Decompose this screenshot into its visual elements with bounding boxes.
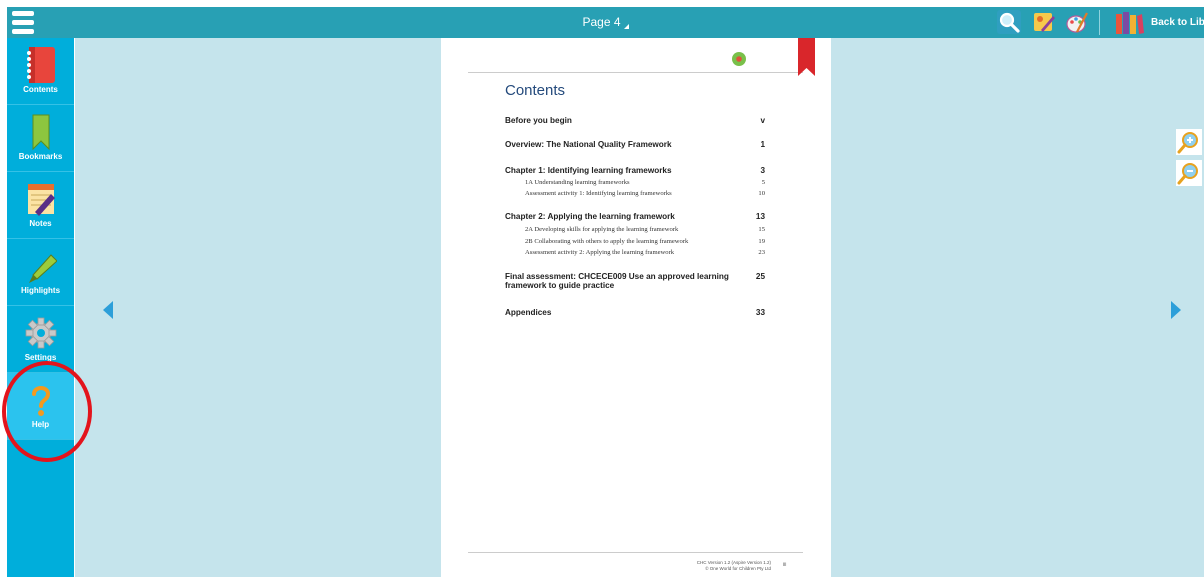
toc-title: Chapter 2: Applying the learning framewo… (505, 212, 675, 221)
toc-page: v (760, 116, 765, 125)
header-rule (468, 72, 803, 73)
sidebar-label-bookmarks: Bookmarks (18, 152, 63, 161)
toc-entry[interactable]: Chapter 1: Identifying learning framewor… (505, 166, 765, 175)
toc-title: 1A Understanding learning frameworks (525, 179, 630, 186)
zoom-in-icon[interactable] (1176, 129, 1202, 155)
toolbar-divider (1099, 10, 1100, 35)
toc-subentry[interactable]: 2B Collaborating with others to apply th… (525, 238, 765, 245)
highlighter-icon (29, 254, 57, 283)
toc-page: 10 (758, 190, 765, 197)
toc-title: Chapter 1: Identifying learning framewor… (505, 166, 672, 175)
sidebar-item-highlights[interactable]: Highlights (7, 239, 74, 306)
zoom-out-icon[interactable] (1176, 160, 1202, 186)
toc-title: Overview: The National Quality Framework (505, 140, 672, 149)
toc-title: 2A Developing skills for applying the le… (525, 226, 679, 233)
toc-title: Assessment activity 1: Identifying learn… (525, 190, 672, 197)
notebook-icon (27, 47, 55, 83)
toc-title-line: Final assessment: CHCECE009 Use an appro… (505, 272, 729, 281)
toc-page: 25 (755, 272, 765, 281)
toc-subentry[interactable]: 1A Understanding learning frameworks 5 (525, 179, 765, 186)
toc-page: 13 (755, 212, 765, 221)
toc-page: 23 (758, 249, 765, 256)
page-title: Contents (505, 82, 566, 99)
footer-rule (468, 552, 803, 553)
toc-page: 15 (758, 226, 765, 233)
sidebar-item-notes[interactable]: Notes (7, 172, 74, 239)
sidebar-item-contents[interactable]: Contents (7, 38, 74, 105)
page-footer: CHC Version 1.2 (Aspire Version 1.2) © O… (671, 560, 771, 572)
toc-page: 5 (761, 179, 765, 186)
toc-subentry[interactable]: Assessment activity 2: Applying the lear… (525, 249, 765, 256)
draw-icon[interactable] (1065, 10, 1089, 34)
gear-icon (25, 317, 57, 349)
sidebar-label-highlights: Highlights (20, 286, 61, 295)
toc-page: 1 (760, 140, 765, 149)
page-viewer: Contents Before you begin v Overview: Th… (75, 38, 1204, 577)
toc-page: 19 (758, 238, 765, 245)
toc-title: 2B Collaborating with others to apply th… (525, 238, 689, 245)
library-icon (1116, 12, 1144, 34)
toc-title: Assessment activity 2: Applying the lear… (525, 249, 675, 256)
sidebar-label-settings: Settings (24, 353, 57, 362)
sidebar-item-bookmarks[interactable]: Bookmarks (7, 105, 74, 172)
toc-title: Before you begin (505, 116, 572, 125)
back-to-library-button[interactable]: Back to Library (1115, 10, 1204, 35)
toc-title: Final assessment: CHCECE009 Use an appro… (505, 272, 729, 290)
back-to-library-label: Back to Library (1151, 17, 1204, 28)
sidebar-item-settings[interactable]: Settings (7, 306, 74, 373)
page-dropdown-icon (623, 24, 629, 29)
sidebar-label-notes: Notes (29, 219, 52, 228)
page-label: Page 4 (582, 15, 621, 29)
sidebar-item-help[interactable]: Help (7, 373, 74, 440)
sidebar-label-help: Help (31, 420, 50, 429)
toc-page: 33 (755, 308, 765, 317)
footer-copyright: © One World for Children Pty Ltd (705, 566, 771, 571)
toc-title: Appendices (505, 308, 552, 317)
toc-subentry[interactable]: Assessment activity 1: Identifying learn… (525, 190, 765, 197)
toc-subentry[interactable]: 2A Developing skills for applying the le… (525, 226, 765, 233)
notes-icon (28, 184, 55, 216)
top-toolbar: Page 4 Back to Library (7, 7, 1204, 38)
bookmark-ribbon-icon[interactable] (798, 38, 815, 76)
annotate-icon[interactable] (1032, 10, 1056, 34)
sidebar-label-contents: Contents (23, 85, 58, 94)
search-icon[interactable] (997, 10, 1021, 34)
toc-entry[interactable]: Appendices 33 (505, 308, 765, 317)
sidebar: Contents Bookmarks Notes Highlights Sett… (7, 38, 74, 577)
arrow-right-icon[interactable] (1169, 300, 1183, 325)
page-note-icon[interactable] (731, 51, 747, 67)
arrow-left-icon[interactable] (101, 300, 115, 325)
toc-entry[interactable]: Before you begin v (505, 116, 765, 125)
page-indicator[interactable]: Page 4 (7, 15, 1204, 29)
toc-entry[interactable]: Chapter 2: Applying the learning framewo… (505, 212, 765, 221)
toc-entry[interactable]: Overview: The National Quality Framework… (505, 140, 765, 149)
help-icon (32, 386, 51, 416)
toc-entry[interactable]: Final assessment: CHCECE009 Use an appro… (505, 272, 765, 290)
footer-page-number: iii (783, 562, 787, 568)
bookmark-icon (32, 114, 50, 151)
toc-title-line: framework to guide practice (505, 281, 615, 290)
book-page: Contents Before you begin v Overview: Th… (441, 38, 831, 577)
toc-page: 3 (760, 166, 765, 175)
zoom-controls (1173, 127, 1204, 189)
